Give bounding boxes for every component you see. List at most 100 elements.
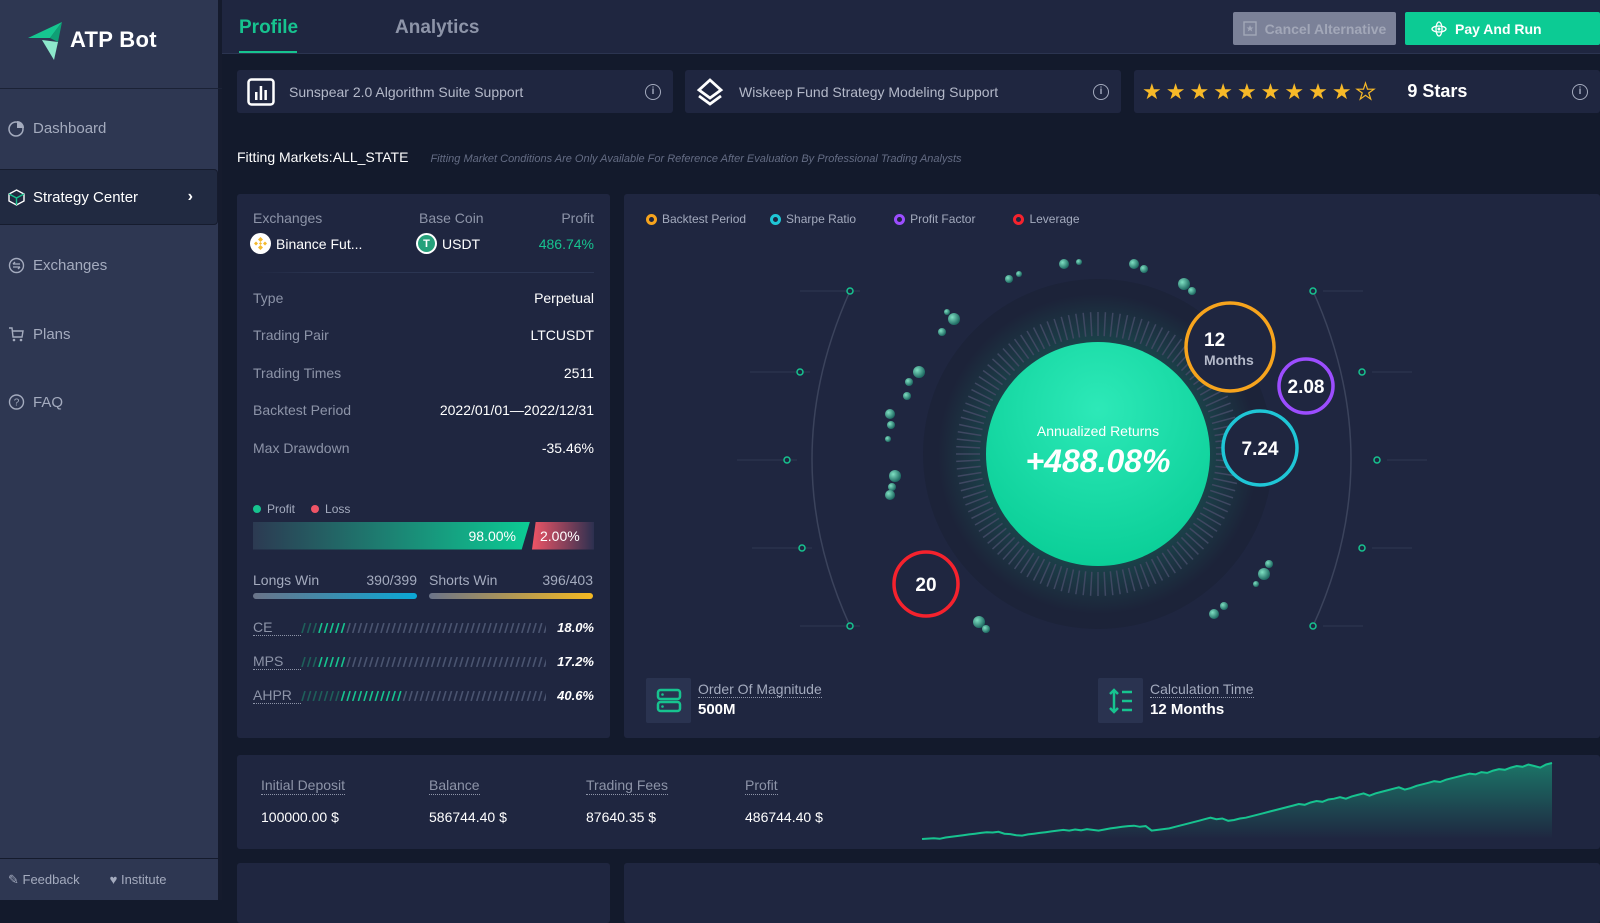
hatch-segment (459, 622, 464, 633)
support-card-sunspear: Sunspear 2.0 Algorithm Suite Support i (237, 70, 673, 113)
legend-profit-factor: Profit Factor (894, 212, 975, 226)
feedback-link[interactable]: ✎ Feedback (8, 872, 80, 888)
shorts-win-bar (429, 592, 593, 599)
hatch-segment (515, 656, 520, 667)
cancel-alternative-button[interactable]: Cancel Alternative (1233, 12, 1396, 45)
base-coin-header: Base Coin (419, 210, 484, 226)
info-row-type: Type Perpetual (253, 279, 594, 317)
calc-label[interactable]: Calculation Time (1150, 681, 1254, 698)
bubble (1209, 609, 1219, 619)
fin-label[interactable]: Trading Fees (586, 777, 668, 795)
legend-sharpe-ratio: Sharpe Ratio (770, 212, 856, 226)
pay-and-run-button[interactable]: Pay And Run (1405, 12, 1600, 45)
hatch-segment (312, 656, 318, 667)
divider (0, 88, 222, 89)
hatch-segment (397, 622, 402, 633)
bottom-card-left (237, 863, 610, 923)
backtest-period-unit: Months (1204, 352, 1254, 368)
hatch-segment (363, 656, 368, 667)
hatch-segment (312, 690, 318, 701)
tab-analytics[interactable]: Analytics (395, 17, 479, 39)
star-filled-icon: ★ (1284, 78, 1305, 104)
info-icon[interactable]: i (645, 83, 661, 100)
info-icon[interactable]: i (1572, 83, 1588, 100)
active-tab-indicator (239, 51, 297, 53)
hatch-segment (526, 622, 532, 633)
hatch-segment (498, 656, 504, 667)
initial-deposit: Initial Deposit 100000.00 $ (261, 777, 346, 825)
fin-label[interactable]: Profit (745, 777, 778, 795)
metric-hatch-bar (301, 690, 546, 701)
bubble (1178, 278, 1190, 290)
bubble (1265, 560, 1273, 568)
fitting-markets-label: Fitting Markets:ALL_STATE (237, 149, 409, 165)
sidebar-item-faq[interactable]: ? FAQ (0, 374, 218, 430)
hatch-segment (515, 622, 520, 633)
hatch-segment (402, 690, 408, 701)
hatch-segment (487, 656, 492, 667)
hatch-segment (487, 622, 492, 633)
chevron-right-icon: › (187, 188, 193, 205)
row-value: Perpetual (534, 289, 594, 306)
hatch-segment (301, 656, 306, 667)
sidebar-item-plans[interactable]: Plans (0, 306, 218, 362)
shorts-win-value: 396/403 (542, 571, 593, 588)
logo[interactable]: ATP Bot (28, 20, 157, 60)
hatch-segment (526, 690, 532, 701)
longs-win: Longs Win 390/399 (253, 572, 417, 599)
metric-label[interactable]: CE (253, 619, 301, 636)
metric-label[interactable]: AHPR (253, 687, 301, 704)
arc-node (846, 287, 854, 295)
order-label[interactable]: Order Of Magnitude (698, 681, 822, 698)
balance: Balance 586744.40 $ (429, 777, 507, 825)
layers-icon (696, 77, 724, 106)
fin-label[interactable]: Balance (429, 777, 480, 795)
tab-profile[interactable]: Profile (239, 17, 298, 39)
hatch-segment (447, 656, 453, 667)
hatch-segment (475, 690, 481, 701)
fin-label[interactable]: Initial Deposit (261, 777, 346, 795)
returns-visualization-card: Annualized Returns +488.08% 12 Months 2.08 7.… (624, 194, 1600, 738)
sparkline-area (922, 763, 1552, 839)
hatch-segment (543, 658, 546, 667)
hatch-segment (475, 656, 481, 667)
center-label: Annualized Returns (1037, 423, 1159, 439)
hatch-segment (504, 690, 509, 701)
hatch-segment (453, 656, 458, 667)
metric-label[interactable]: MPS (253, 653, 301, 670)
hatch-segment (436, 622, 442, 633)
metric-ce: CE 18.0% (253, 611, 594, 645)
sidebar: ATP Bot Dashboard Strategy Center › Exch… (0, 0, 222, 900)
hatch-segment (537, 622, 543, 633)
star-filled-icon: ★ (1213, 78, 1233, 104)
metric-value: 17.2% (557, 654, 594, 669)
bubble (1005, 275, 1013, 283)
sidebar-item-exchanges[interactable]: Exchanges (0, 237, 218, 293)
institute-link[interactable]: ♥ Institute (110, 872, 167, 888)
sidebar-item-dashboard[interactable]: Dashboard (0, 100, 218, 156)
profit: Profit 486744.40 $ (745, 777, 823, 825)
sidebar-footer: ✎ Feedback ♥ Institute (8, 872, 166, 888)
hatch-segment (368, 690, 374, 701)
info-icon[interactable]: i (1093, 83, 1109, 100)
metric-ahpr: AHPR 40.6% (253, 679, 594, 713)
hatch-segment (408, 622, 413, 633)
arc-node (1358, 368, 1366, 376)
legend-leverage: Leverage (1013, 212, 1080, 226)
hatch-segment (340, 656, 346, 667)
hatch-segment (425, 690, 430, 701)
sharpe-ratio-value: 7.24 (1242, 439, 1279, 460)
backtest-period-value: 12 (1204, 330, 1225, 351)
star-filled-icon: ★ (1142, 78, 1162, 104)
hatch-segment (335, 656, 340, 667)
viz-legend: Backtest Period Sharpe Ratio Profit Fact… (646, 212, 1104, 226)
row-key: Trading Pair (253, 327, 329, 344)
metric-hatch-bar (301, 622, 546, 633)
sidebar-item-strategy-center[interactable]: Strategy Center › (0, 169, 218, 225)
hatch-segment (368, 622, 374, 633)
hatch-segment (509, 622, 515, 633)
arc-node (783, 456, 791, 464)
bar-chart-icon (247, 77, 275, 106)
profit-value: 486.74% (538, 235, 594, 252)
hatch-segment (436, 690, 442, 701)
